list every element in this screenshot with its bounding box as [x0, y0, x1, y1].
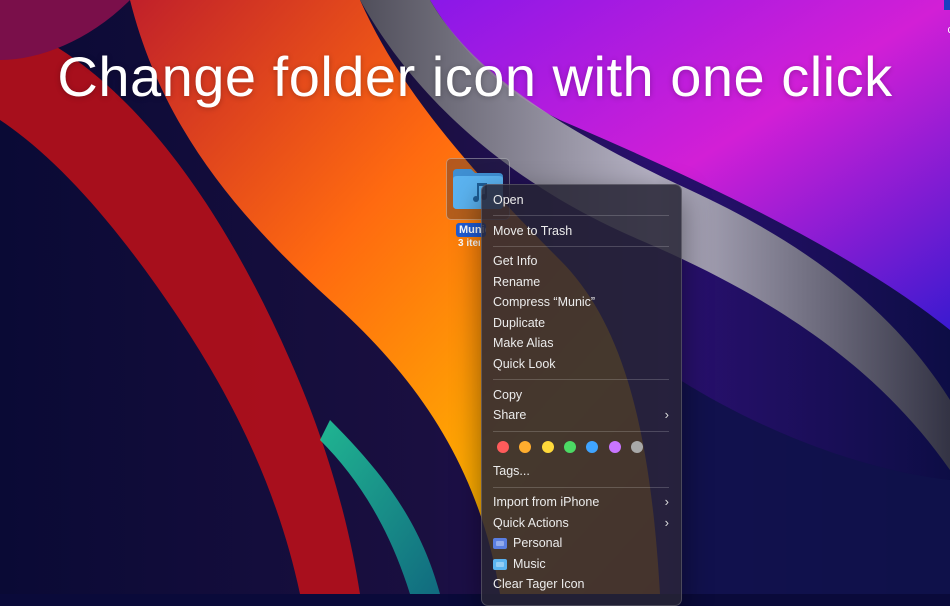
menu-item-personal[interactable]: Personal — [493, 533, 671, 553]
menu-item-make-alias[interactable]: Make Alias — [493, 333, 671, 353]
menu-item-duplicate[interactable]: Duplicate — [493, 313, 671, 333]
corner-indicator — [944, 0, 950, 10]
tag-green-dot[interactable] — [564, 441, 576, 453]
menu-item-clear-icon[interactable]: Clear Tager Icon — [493, 574, 671, 594]
menu-separator — [493, 487, 669, 488]
menu-item-quick-actions[interactable]: Quick Actions › — [493, 513, 671, 533]
tag-purple-dot[interactable] — [609, 441, 621, 453]
personal-folder-icon — [493, 538, 507, 549]
tag-orange-dot[interactable] — [519, 441, 531, 453]
music-folder-icon — [493, 559, 507, 570]
menu-item-import-from-iphone[interactable]: Import from iPhone › — [493, 492, 671, 512]
menu-item-rename[interactable]: Rename — [493, 272, 671, 292]
chevron-right-icon: › — [665, 405, 669, 425]
tag-blue-dot[interactable] — [586, 441, 598, 453]
menu-item-quick-look[interactable]: Quick Look — [493, 354, 671, 374]
menu-item-share-label: Share — [493, 408, 526, 422]
menu-item-open[interactable]: Open — [493, 190, 671, 210]
menu-item-copy[interactable]: Copy — [493, 385, 671, 405]
menu-separator — [493, 431, 669, 432]
chevron-right-icon: › — [665, 513, 669, 533]
menu-item-get-info[interactable]: Get Info — [493, 251, 671, 271]
tag-red-dot[interactable] — [497, 441, 509, 453]
chevron-right-icon: › — [665, 492, 669, 512]
menu-item-import-label: Import from iPhone — [493, 495, 599, 509]
menu-item-music[interactable]: Music — [493, 554, 671, 574]
menu-item-tags[interactable]: Tags... — [493, 461, 671, 481]
menu-separator — [493, 215, 669, 216]
menu-item-personal-label: Personal — [513, 536, 562, 550]
menu-item-quick-actions-label: Quick Actions — [493, 516, 569, 530]
tag-yellow-dot[interactable] — [542, 441, 554, 453]
menu-item-move-to-trash[interactable]: Move to Trash — [493, 221, 671, 241]
folder-item-count: 3 items — [458, 238, 480, 249]
menu-item-share[interactable]: Share › — [493, 405, 671, 425]
context-menu: Open Move to Trash Get Info Rename Compr… — [481, 184, 682, 606]
tag-gray-dot[interactable] — [631, 441, 643, 453]
promo-headline: Change folder icon with one click — [0, 44, 950, 109]
menu-separator — [493, 379, 669, 380]
menu-separator — [493, 246, 669, 247]
menu-item-compress[interactable]: Compress “Munic” — [493, 292, 671, 312]
menu-item-music-label: Music — [513, 557, 546, 571]
